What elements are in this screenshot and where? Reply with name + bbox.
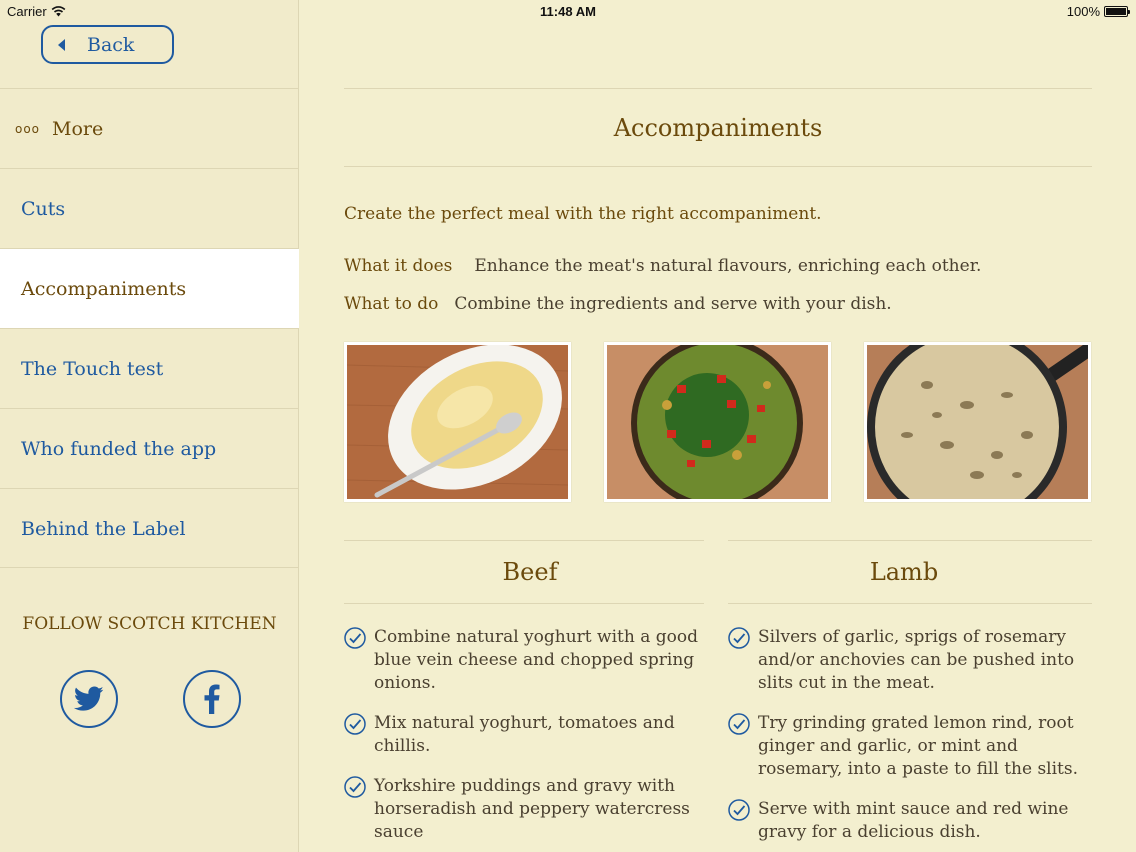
beef-top-divider	[344, 540, 704, 541]
title-top-divider	[344, 88, 1092, 89]
what-to-do-row: What to do Combine the ingredients and s…	[344, 294, 892, 314]
beef-item-3: Yorkshire puddings and gravy with horser…	[344, 775, 690, 844]
photo-yoghurt-dip	[344, 342, 571, 502]
beef-item-1-line: onions.	[374, 673, 436, 693]
sidebar-item-label: Accompaniments	[21, 277, 187, 300]
what-it-does-label: What it does	[344, 256, 453, 276]
check-icon	[728, 713, 750, 735]
lamb-item-3-line: Serve with mint sauce and red wine	[758, 799, 1069, 819]
beef-item-3-line: sauce	[374, 822, 424, 842]
clock: 11:48 AM	[540, 4, 596, 19]
lamb-bottom-divider	[728, 603, 1092, 604]
sidebar-item-label: More	[52, 117, 104, 140]
main-content: Accompaniments Create the perfect meal w…	[300, 0, 1136, 852]
battery-icon	[1104, 6, 1130, 17]
beef-bottom-divider	[344, 603, 704, 604]
facebook-button[interactable]	[183, 670, 241, 728]
check-icon	[728, 799, 750, 821]
page-title: Accompaniments	[613, 114, 823, 142]
sidebar-item-label: Behind the Label	[21, 517, 186, 540]
sidebar-divider	[0, 567, 299, 568]
back-button[interactable]: Back	[41, 25, 174, 64]
back-arrow-icon	[58, 38, 65, 51]
sidebar-item-touch-test[interactable]: The Touch test	[0, 328, 299, 408]
lamb-heading: Lamb	[869, 558, 939, 586]
battery-percent: 100%	[1066, 4, 1100, 19]
sidebar: Back ooo More Cuts Accompaniments The To…	[0, 0, 299, 852]
beef-item-1-line: blue vein cheese and chopped spring	[374, 650, 695, 670]
what-it-does-text: Enhance the meat's natural flavours, enr…	[474, 256, 982, 276]
sidebar-item-cuts[interactable]: Cuts	[0, 168, 299, 248]
lamb-item-2-line: Try grinding grated lemon rind, root	[758, 713, 1074, 733]
battery-indicator: 100%	[1066, 4, 1130, 19]
beef-item-2-line: Mix natural yoghurt, tomatoes and	[374, 713, 675, 733]
what-it-does-row: What it does Enhance the meat's natural …	[344, 256, 981, 276]
sidebar-item-behind-label[interactable]: Behind the Label	[0, 488, 299, 568]
twitter-icon	[74, 686, 104, 711]
back-label: Back	[87, 33, 135, 56]
beef-item-3-line: Yorkshire puddings and gravy with	[374, 776, 675, 796]
title-bottom-divider	[344, 166, 1092, 167]
beef-item-1: Combine natural yoghurt with a good blue…	[344, 626, 698, 695]
lamb-item-2: Try grinding grated lemon rind, root gin…	[728, 712, 1078, 781]
lamb-item-2-line: ginger and garlic, or mint and	[758, 736, 1018, 756]
sidebar-item-label: Who funded the app	[21, 437, 217, 460]
lamb-top-divider	[728, 540, 1092, 541]
check-icon	[344, 713, 366, 735]
more-icon: ooo	[15, 121, 41, 136]
facebook-icon	[204, 684, 220, 714]
check-icon	[728, 627, 750, 649]
lamb-item-1-line: slits cut in the meat.	[758, 673, 935, 693]
sidebar-item-label: Cuts	[21, 197, 66, 220]
beef-item-3-line: horseradish and peppery watercress	[374, 799, 690, 819]
lamb-item-3-line: gravy for a delicious dish.	[758, 822, 981, 842]
intro-text: Create the perfect meal with the right a…	[344, 204, 822, 224]
status-bar: Carrier 11:48 AM 100%	[0, 0, 1136, 22]
check-icon	[344, 776, 366, 798]
beef-heading: Beef	[502, 558, 558, 586]
check-icon	[344, 627, 366, 649]
lamb-item-1-line: and/or anchovies can be pushed into	[758, 650, 1075, 670]
lamb-item-2-line: rosemary, into a paste to fill the slits…	[758, 759, 1079, 779]
sidebar-item-label: The Touch test	[21, 357, 164, 380]
sidebar-item-accompaniments[interactable]: Accompaniments	[0, 248, 299, 328]
twitter-button[interactable]	[60, 670, 118, 728]
what-to-do-label: What to do	[344, 294, 439, 314]
what-to-do-text: Combine the ingredients and serve with y…	[454, 294, 892, 314]
beef-item-2-line: chillis.	[374, 736, 431, 756]
photo-mushroom-sauce	[864, 342, 1091, 502]
beef-item-1-line: Combine natural yoghurt with a good	[374, 627, 698, 647]
lamb-item-3: Serve with mint sauce and red wine gravy…	[728, 798, 1068, 844]
sidebar-item-who-funded[interactable]: Who funded the app	[0, 408, 299, 488]
beef-item-2: Mix natural yoghurt, tomatoes and chilli…	[344, 712, 675, 758]
lamb-item-1-line: Silvers of garlic, sprigs of rosemary	[758, 627, 1066, 647]
follow-heading: FOLLOW SCOTCH KITCHEN	[22, 614, 277, 634]
sidebar-item-more[interactable]: ooo More	[0, 88, 299, 168]
photo-salsa	[604, 342, 831, 502]
lamb-item-1: Silvers of garlic, sprigs of rosemary an…	[728, 626, 1074, 695]
